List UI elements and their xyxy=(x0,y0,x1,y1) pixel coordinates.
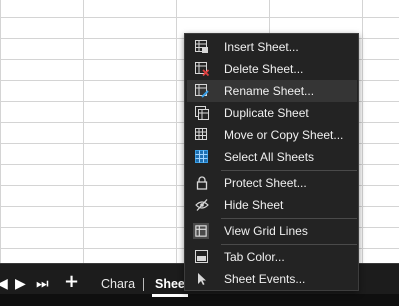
menu-item-delete-sheet[interactable]: Delete Sheet... xyxy=(187,58,357,80)
menu-item-sheet-events[interactable]: Sheet Events... xyxy=(187,268,357,290)
menu-item-label: Move or Copy Sheet... xyxy=(224,128,344,142)
menu-separator xyxy=(221,244,357,245)
grid-column-line xyxy=(83,0,84,263)
grid-row-line xyxy=(0,17,399,18)
move-copy-sheet-icon xyxy=(195,128,207,140)
menu-item-label: Sheet Events... xyxy=(224,272,306,286)
lock-icon xyxy=(196,176,208,190)
tab-bar-bottom-strip xyxy=(0,294,399,306)
menu-item-protect-sheet[interactable]: Protect Sheet... xyxy=(187,172,357,194)
hide-eye-icon xyxy=(195,199,209,211)
grid-column-line xyxy=(362,0,363,263)
menu-item-hide-sheet[interactable]: Hide Sheet xyxy=(187,194,357,216)
menu-separator xyxy=(221,170,357,171)
menu-separator xyxy=(221,218,357,219)
last-sheet-icon[interactable]: ⏭ xyxy=(36,276,49,292)
previous-sheet-icon[interactable]: ◀ xyxy=(0,276,8,292)
sheet-context-menu: Insert Sheet... Delete Sheet... Rename S… xyxy=(184,33,359,291)
menu-item-label: Select All Sheets xyxy=(224,150,315,164)
active-tab-indicator xyxy=(152,294,188,297)
menu-item-label: View Grid Lines xyxy=(224,224,308,238)
menu-item-move-copy-sheet[interactable]: Move or Copy Sheet... xyxy=(187,124,357,146)
menu-item-view-grid-lines[interactable]: View Grid Lines xyxy=(187,220,357,242)
menu-item-label: Rename Sheet... xyxy=(224,84,315,98)
menu-item-rename-sheet[interactable]: Rename Sheet... xyxy=(187,80,357,102)
menu-item-label: Delete Sheet... xyxy=(224,62,304,76)
menu-item-label: Duplicate Sheet xyxy=(224,106,309,120)
menu-item-label: Hide Sheet xyxy=(224,198,284,212)
menu-item-tab-color[interactable]: Tab Color... xyxy=(187,246,357,268)
select-all-sheets-icon xyxy=(195,150,208,163)
menu-item-select-all-sheets[interactable]: Select All Sheets xyxy=(187,146,357,168)
duplicate-sheet-icon xyxy=(195,106,209,120)
menu-item-label: Protect Sheet... xyxy=(224,176,307,190)
delete-sheet-icon xyxy=(195,62,209,76)
grid-lines-icon xyxy=(193,223,209,239)
grid-column-line xyxy=(0,0,1,263)
next-sheet-icon[interactable]: ▶ xyxy=(15,276,26,292)
tab-separator xyxy=(143,278,144,291)
sheet-tab-chara[interactable]: Chara xyxy=(101,275,135,293)
tab-color-icon xyxy=(195,250,208,263)
menu-item-duplicate-sheet[interactable]: Duplicate Sheet xyxy=(187,102,357,124)
menu-item-insert-sheet[interactable]: Insert Sheet... xyxy=(187,36,357,58)
grid-column-line xyxy=(176,0,177,263)
rename-sheet-icon xyxy=(195,84,209,98)
add-sheet-icon[interactable]: + xyxy=(64,273,79,291)
menu-item-label: Tab Color... xyxy=(224,250,285,264)
insert-sheet-icon xyxy=(195,40,208,53)
menu-item-label: Insert Sheet... xyxy=(224,40,299,54)
sheet-events-icon xyxy=(198,273,206,285)
